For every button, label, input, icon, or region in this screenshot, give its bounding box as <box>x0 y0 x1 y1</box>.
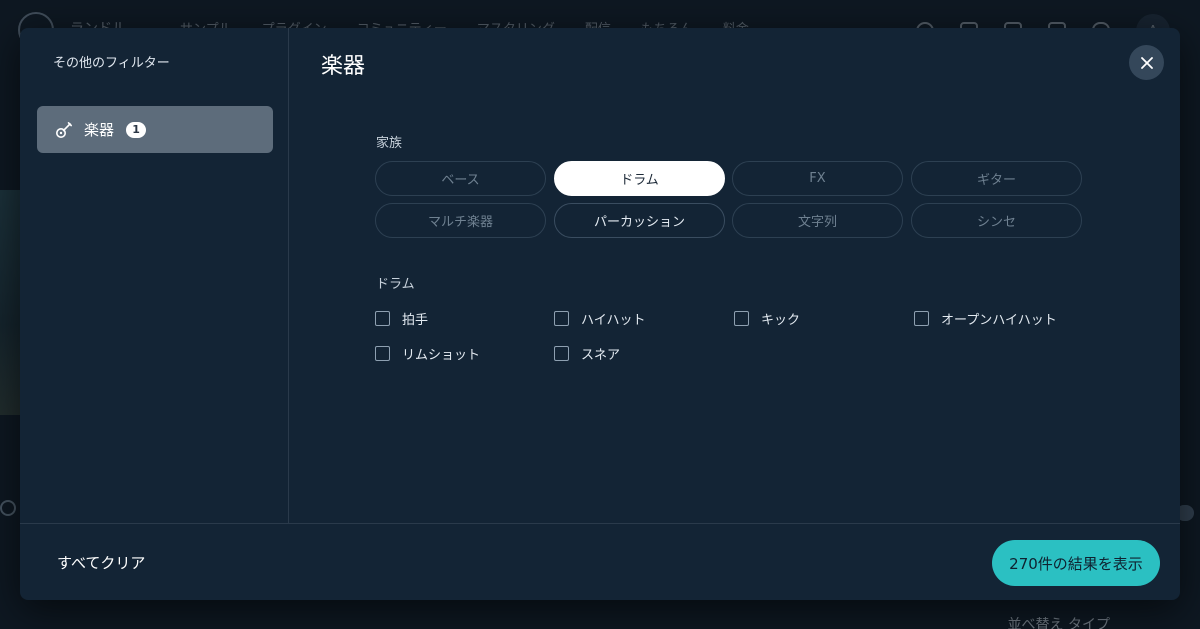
guitar-icon <box>54 120 74 140</box>
checkbox-box[interactable] <box>375 346 390 361</box>
checkbox-box[interactable] <box>554 346 569 361</box>
checkbox-box[interactable] <box>554 311 569 326</box>
checkbox-kick[interactable]: キック <box>734 309 800 328</box>
sidebar-item-label: 楽器 <box>84 121 115 139</box>
family-label: 家族 <box>376 136 403 151</box>
close-icon <box>1140 56 1153 69</box>
chip-bass[interactable]: ベース <box>375 161 546 196</box>
chip-drums[interactable]: ドラム <box>554 161 725 196</box>
filter-modal: その他のフィルター 楽器 1 楽器 家族 ベース ドラム FX ギター マルチ楽… <box>20 28 1180 600</box>
checkbox-box[interactable] <box>375 311 390 326</box>
checkbox-clap[interactable]: 拍手 <box>375 309 428 328</box>
sidebar-item-instruments[interactable]: 楽器 1 <box>37 106 273 153</box>
checkbox-label: オープンハイハット <box>941 313 1057 328</box>
checkbox-label: 拍手 <box>402 313 429 328</box>
chip-multi-instrument[interactable]: マルチ楽器 <box>375 203 546 238</box>
chip-synth[interactable]: シンセ <box>911 203 1082 238</box>
clear-all-button[interactable]: すべてクリア <box>57 552 145 573</box>
chip-guitar[interactable]: ギター <box>911 161 1082 196</box>
checkbox-label: キック <box>761 313 801 328</box>
checkbox-label: リムショット <box>402 348 481 363</box>
checkbox-rimshot[interactable]: リムショット <box>375 344 480 363</box>
checkbox-box[interactable] <box>914 311 929 326</box>
checkbox-box[interactable] <box>734 311 749 326</box>
close-button[interactable] <box>1129 45 1164 80</box>
page-title: 楽器 <box>321 54 366 79</box>
modal-footer: すべてクリア 270件の結果を表示 <box>20 523 1180 600</box>
background-thumbnail <box>0 190 22 415</box>
background-search-icon <box>0 500 16 516</box>
chip-percussion[interactable]: パーカッション <box>554 203 725 238</box>
chip-fx[interactable]: FX <box>732 161 903 196</box>
checkbox-snare[interactable]: スネア <box>554 344 620 363</box>
drum-label: ドラム <box>376 277 415 292</box>
chip-strings[interactable]: 文字列 <box>732 203 903 238</box>
count-badge: 1 <box>126 121 147 138</box>
checkbox-label: スネア <box>581 348 621 363</box>
filter-sidebar: その他のフィルター 楽器 1 <box>20 28 289 523</box>
checkbox-label: ハイハット <box>581 313 646 328</box>
checkbox-open-hihat[interactable]: オープンハイハット <box>914 309 1057 328</box>
show-results-button[interactable]: 270件の結果を表示 <box>992 540 1160 586</box>
checkbox-hihat[interactable]: ハイハット <box>554 309 645 328</box>
sidebar-title: その他のフィルター <box>53 56 170 71</box>
background-sort-label: 並べ替え タイプ <box>1007 617 1110 629</box>
